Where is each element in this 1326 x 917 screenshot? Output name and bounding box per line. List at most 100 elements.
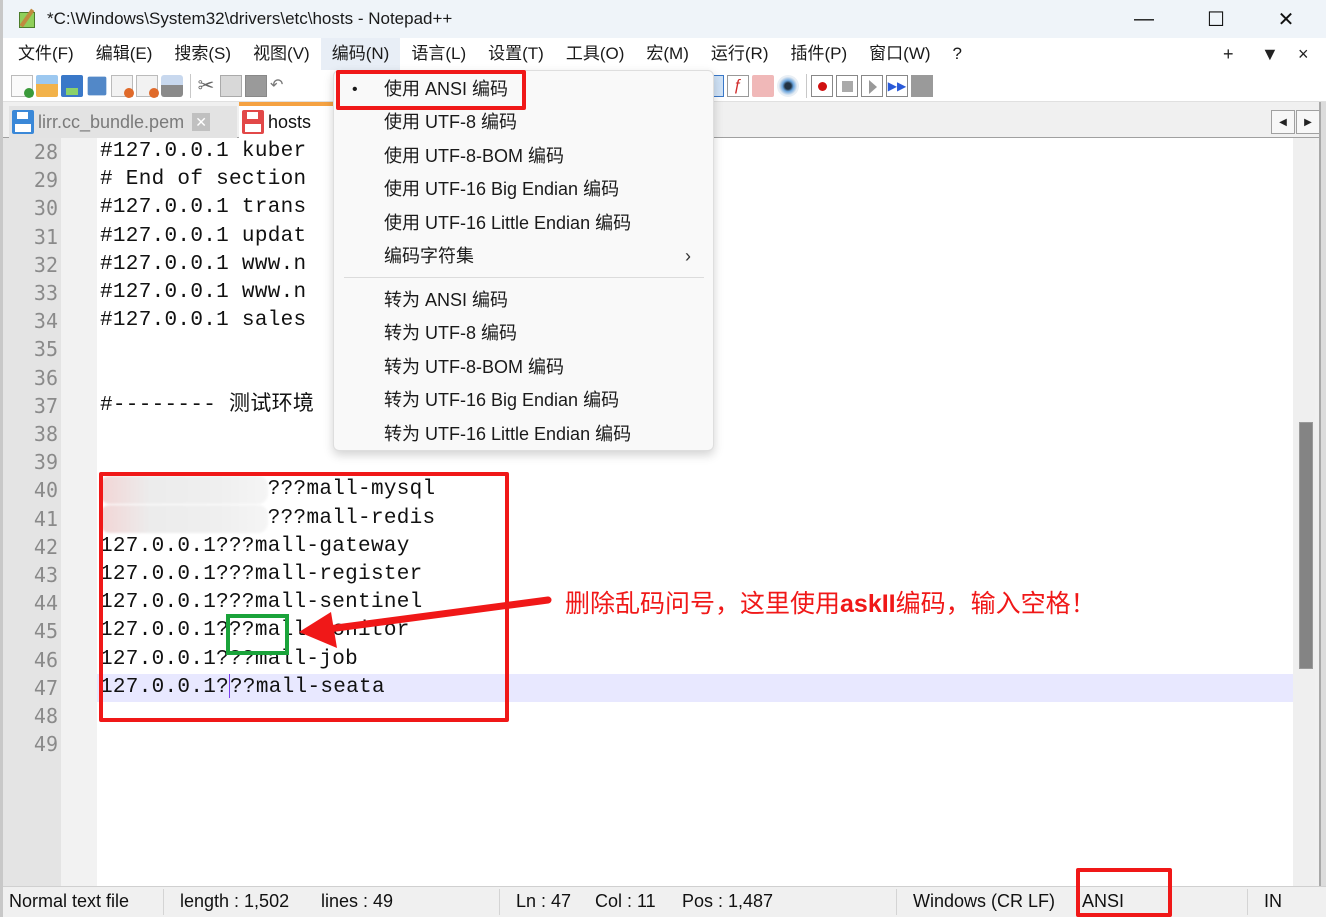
status-separator bbox=[1247, 889, 1248, 915]
stop-record-icon[interactable] bbox=[836, 74, 858, 97]
menu-language[interactable]: 语言(L) bbox=[400, 38, 477, 70]
play-macro-icon[interactable] bbox=[861, 74, 883, 97]
line-number: 36 bbox=[33, 365, 58, 390]
toolbar-separator bbox=[806, 73, 807, 98]
maximize-button[interactable]: ☐ bbox=[1181, 0, 1251, 38]
menu-item-label: 转为 UTF-8-BOM 编码 bbox=[384, 357, 564, 377]
encoding-menu-item[interactable]: 转为 UTF-8 编码 bbox=[334, 317, 713, 350]
code-line[interactable]: #127.0.0.1 updat bbox=[100, 223, 306, 251]
code-line[interactable]: #127.0.0.1 trans bbox=[100, 194, 306, 222]
open-file-icon[interactable] bbox=[36, 74, 58, 97]
annotation-text-bold: askII bbox=[840, 590, 896, 618]
tab-label: hosts bbox=[268, 111, 312, 132]
code-line[interactable]: # End of section bbox=[100, 166, 306, 194]
menu-run[interactable]: 运行(R) bbox=[700, 38, 780, 70]
folder-workspace-icon[interactable] bbox=[752, 74, 774, 97]
print-icon[interactable] bbox=[161, 74, 183, 97]
tab-close-icon[interactable]: ✕ bbox=[192, 113, 211, 131]
status-lines: lines : 49 bbox=[321, 891, 394, 911]
save-icon[interactable] bbox=[61, 74, 83, 97]
tab-label: lirr.cc_bundle.pem bbox=[38, 111, 185, 132]
encoding-menu-item[interactable]: 转为 ANSI 编码 bbox=[334, 284, 713, 317]
code-line[interactable]: #127.0.0.1 kuber bbox=[100, 138, 306, 166]
run-macro-multiple-icon[interactable]: ▶▶ bbox=[886, 74, 908, 97]
encoding-menu-item[interactable]: 转为 UTF-8-BOM 编码 bbox=[334, 351, 713, 384]
annotation-highlight-code-block bbox=[99, 472, 509, 722]
menu-item-label: 使用 UTF-16 Little Endian 编码 bbox=[384, 213, 632, 233]
close-doc-button[interactable]: × bbox=[1298, 38, 1309, 70]
vertical-scrollbar[interactable] bbox=[1293, 138, 1315, 886]
line-number: 31 bbox=[33, 224, 58, 249]
menu-plugins[interactable]: 插件(P) bbox=[779, 38, 858, 70]
saved-file-icon bbox=[12, 110, 34, 134]
window-right-edge bbox=[1319, 102, 1326, 886]
encoding-menu-item[interactable]: 转为 UTF-16 Big Endian 编码 bbox=[334, 384, 713, 417]
line-number: 37 bbox=[33, 393, 58, 418]
notepadpp-window: *C:\Windows\System32\drivers\etc\hosts -… bbox=[0, 0, 1326, 917]
undo-icon[interactable]: ↶ bbox=[270, 75, 292, 97]
status-pos: Pos : 1,487 bbox=[682, 891, 774, 911]
status-eol[interactable]: Windows (CR LF) bbox=[913, 891, 1055, 912]
menu-separator bbox=[344, 277, 704, 278]
encoding-menu-item[interactable]: 编码字符集 › bbox=[334, 240, 713, 273]
menu-item-label: 转为 UTF-16 Big Endian 编码 bbox=[384, 390, 620, 410]
tab-list-button[interactable]: ▼ bbox=[1261, 38, 1279, 70]
code-line[interactable]: #127.0.0.1 www.n bbox=[100, 279, 306, 307]
status-ln: Ln : 47 bbox=[516, 891, 572, 911]
save-macro-icon[interactable] bbox=[911, 74, 933, 97]
scrollbar-thumb[interactable] bbox=[1299, 422, 1313, 670]
tab-scroll-right-button[interactable]: ▶ bbox=[1296, 110, 1320, 134]
save-all-icon[interactable] bbox=[87, 76, 107, 95]
line-number: 41 bbox=[33, 506, 58, 531]
close-icon[interactable] bbox=[111, 74, 134, 98]
menu-settings[interactable]: 设置(T) bbox=[477, 38, 555, 70]
menu-search[interactable]: 搜索(S) bbox=[163, 38, 242, 70]
code-line[interactable]: #-------- 测试环境 bbox=[100, 392, 314, 420]
code-line[interactable]: #127.0.0.1 sales bbox=[100, 307, 306, 335]
line-number: 45 bbox=[33, 619, 58, 644]
menu-item-label: 使用 UTF-8-BOM 编码 bbox=[384, 146, 564, 166]
menu-help[interactable]: ? bbox=[942, 38, 973, 70]
menu-window[interactable]: 窗口(W) bbox=[858, 38, 941, 70]
encoding-menu-item[interactable]: 使用 UTF-8 编码 bbox=[334, 106, 713, 139]
line-number: 38 bbox=[33, 422, 58, 446]
record-macro-icon[interactable] bbox=[811, 74, 833, 97]
encoding-menu-item[interactable]: 使用 UTF-16 Little Endian 编码 bbox=[334, 207, 713, 240]
tab-lirr-cc-bundle[interactable]: lirr.cc_bundle.pem ✕ bbox=[9, 106, 237, 138]
menu-file[interactable]: 文件(F) bbox=[7, 38, 85, 70]
copy-icon[interactable] bbox=[220, 74, 242, 97]
close-button[interactable]: ✕ bbox=[1251, 0, 1321, 38]
line-number: 32 bbox=[33, 252, 58, 277]
line-number: 33 bbox=[33, 281, 58, 305]
encoding-menu-item[interactable]: 转为 UTF-16 Little Endian 编码 bbox=[334, 418, 713, 451]
tab-scroll-left-button[interactable]: ◀ bbox=[1271, 110, 1295, 134]
menu-view[interactable]: 视图(V) bbox=[242, 38, 321, 70]
encoding-menu-item[interactable]: 使用 UTF-8-BOM 编码 bbox=[334, 140, 713, 173]
menu-macro[interactable]: 宏(M) bbox=[635, 38, 699, 70]
menu-tools[interactable]: 工具(O) bbox=[555, 38, 636, 70]
encoding-dropdown-menu: • 使用 ANSI 编码 使用 UTF-8 编码 使用 UTF-8-BOM 编码 使用 … bbox=[333, 70, 714, 451]
code-line[interactable]: #127.0.0.1 www.n bbox=[100, 251, 306, 279]
status-col: Col : 11 bbox=[595, 891, 656, 911]
annotation-highlight-question-marks bbox=[226, 614, 289, 655]
new-tab-button[interactable]: + bbox=[1223, 38, 1234, 70]
menu-item-label: 转为 UTF-8 编码 bbox=[384, 323, 517, 343]
encoding-menu-item[interactable]: 使用 UTF-16 Big Endian 编码 bbox=[334, 173, 713, 206]
annotation-highlight-status-encoding bbox=[1076, 868, 1172, 917]
monitor-eye-icon[interactable] bbox=[777, 74, 799, 97]
close-all-icon[interactable] bbox=[136, 74, 159, 98]
line-number: 30 bbox=[33, 196, 58, 221]
cut-icon[interactable]: ✂ bbox=[195, 75, 217, 97]
function-list-icon[interactable]: ƒ bbox=[727, 74, 749, 97]
menu-encoding[interactable]: 编码(N) bbox=[320, 38, 401, 70]
line-number: 40 bbox=[33, 478, 58, 503]
notepadpp-app-icon bbox=[17, 8, 39, 30]
paste-icon[interactable] bbox=[245, 74, 267, 97]
menu-edit[interactable]: 编辑(E) bbox=[85, 38, 164, 70]
tab-hosts[interactable]: hosts bbox=[239, 102, 333, 138]
new-file-icon[interactable] bbox=[11, 74, 34, 98]
minimize-button[interactable]: — bbox=[1109, 0, 1179, 38]
annotation-text-part2: 编码，输入空格！ bbox=[895, 589, 1096, 618]
annotation-text: 删除乱码问号，这里使用askII编码，输入空格！ bbox=[565, 584, 1096, 620]
line-number: 35 bbox=[33, 337, 58, 362]
